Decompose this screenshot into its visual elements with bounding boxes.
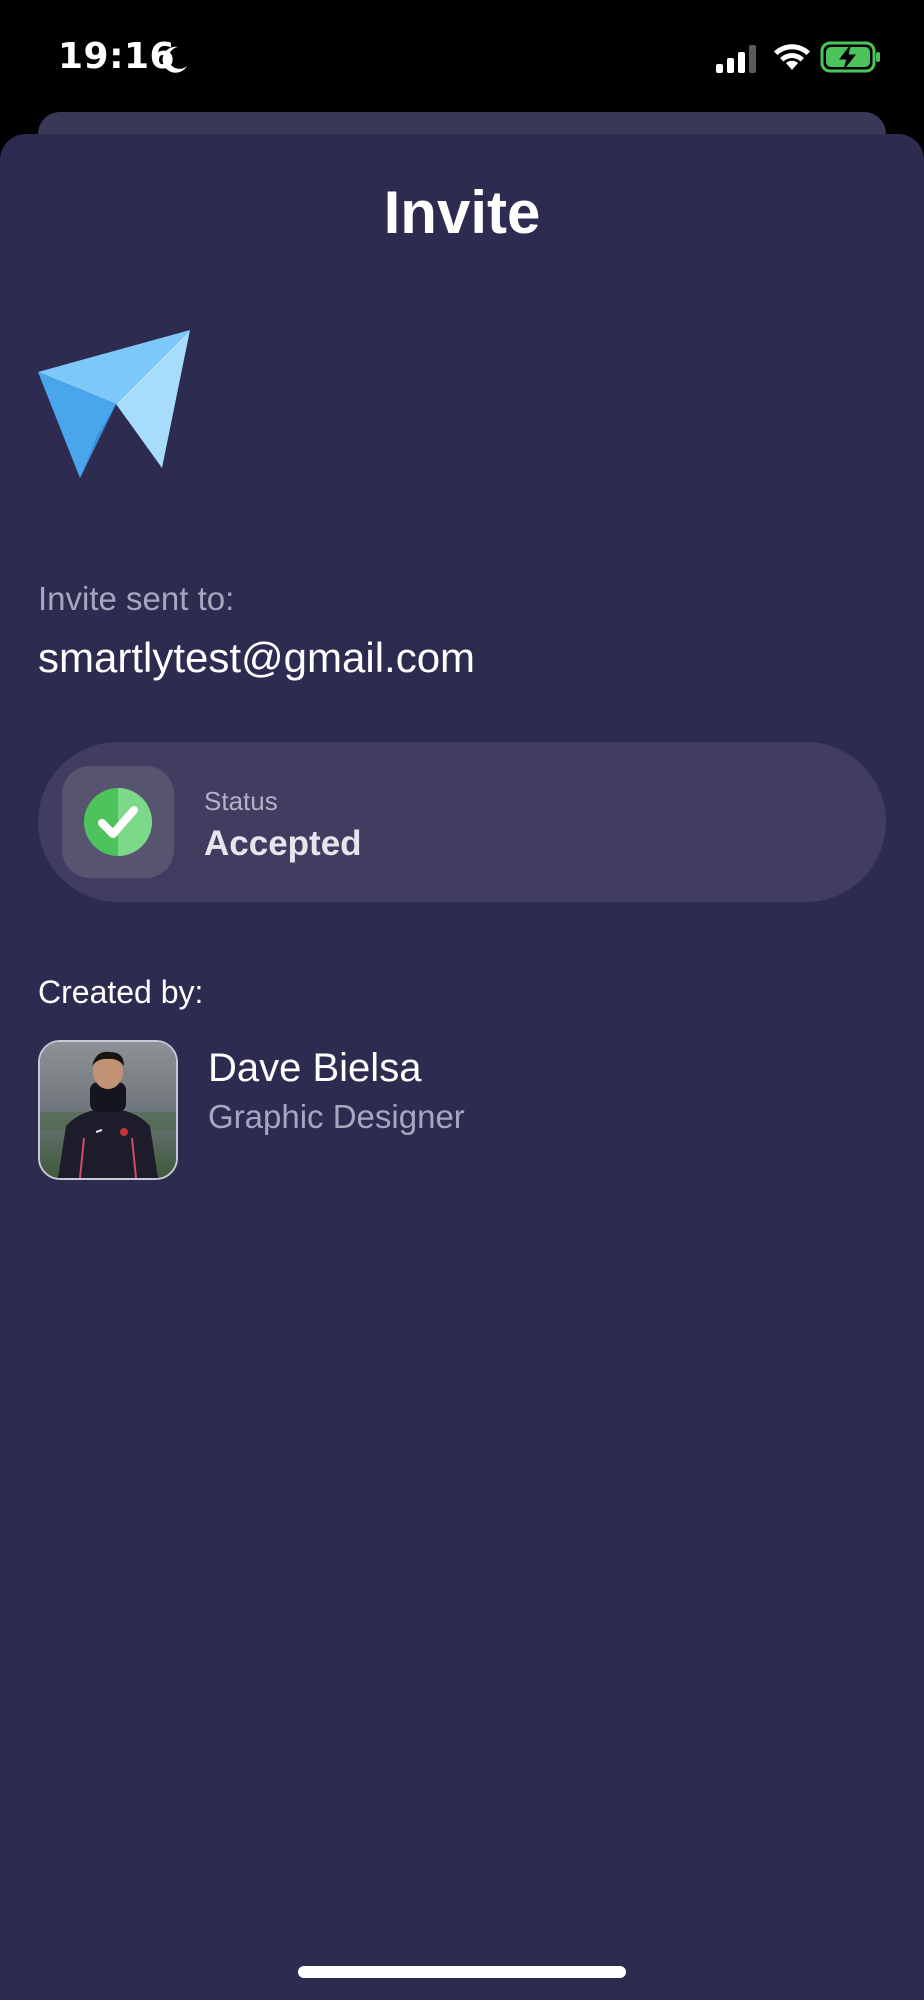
signal-icon [716,45,756,73]
status-card: Status Accepted [38,742,886,902]
invite-email: smartlytest@gmail.com [38,634,476,681]
page-title: Invite [383,179,541,246]
battery-charging-icon [820,41,880,73]
wifi-icon [774,44,810,70]
status-value: Accepted [204,824,362,863]
creator-name[interactable]: Dave Bielsa [208,1046,421,1091]
status-bar: 19:16 [0,0,924,120]
avatar[interactable] [38,1040,178,1180]
status-label: Status [204,786,278,816]
home-indicator[interactable] [298,1966,626,1978]
moon-icon [162,46,187,73]
created-by-label: Created by: [38,974,204,1010]
check-circle-icon [84,788,152,856]
avatar-photo [40,1042,176,1178]
invite-sent-label: Invite sent to: [38,580,235,617]
status-icon-box [62,766,174,878]
paper-plane-icon [38,330,190,478]
creator-role: Graphic Designer [208,1098,465,1135]
